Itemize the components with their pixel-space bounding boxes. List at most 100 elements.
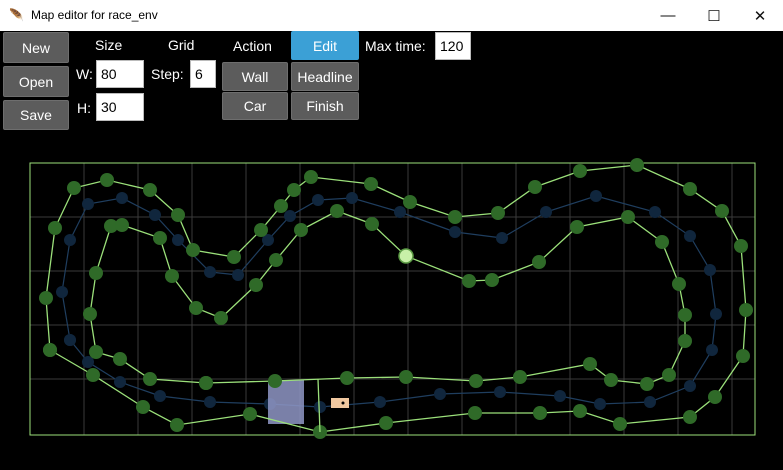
wall-node <box>468 406 482 420</box>
wall-node <box>136 400 150 414</box>
wall-node <box>399 370 413 384</box>
wall-node <box>115 218 129 232</box>
wall-node <box>528 180 542 194</box>
wall-node <box>736 349 750 363</box>
wall-node <box>662 368 676 382</box>
size-header: Size <box>95 37 123 53</box>
headline-node <box>706 344 718 356</box>
map-grid <box>29 163 755 435</box>
wall-node <box>570 220 584 234</box>
headline-node <box>704 264 716 276</box>
car-marker[interactable] <box>331 398 349 408</box>
wall-node <box>100 173 114 187</box>
headline-node <box>496 232 508 244</box>
headline-node <box>540 206 552 218</box>
wall-node <box>269 253 283 267</box>
minimize-button[interactable]: — <box>645 0 691 31</box>
action-header: Action <box>233 38 272 54</box>
wall-node <box>583 357 597 371</box>
window-title: Map editor for race_env <box>31 8 158 22</box>
save-button[interactable]: Save <box>3 100 69 130</box>
wall-node <box>86 368 100 382</box>
outer-wall <box>45 164 747 433</box>
width-label: W: <box>76 66 93 82</box>
map-canvas[interactable] <box>0 140 783 470</box>
wall-node <box>379 416 393 430</box>
wall-layer[interactable] <box>39 158 753 439</box>
headline-node <box>204 396 216 408</box>
headline-node <box>232 269 244 281</box>
new-button[interactable]: New <box>3 32 69 63</box>
wall-node <box>734 239 748 253</box>
wall-node <box>640 377 654 391</box>
wall-node <box>330 204 344 218</box>
headline-node <box>684 380 696 392</box>
car-direction-dot <box>341 401 345 405</box>
headline-node <box>449 226 461 238</box>
feather-icon: 🪶 <box>9 8 24 22</box>
wall-node <box>573 404 587 418</box>
wall-node <box>227 250 241 264</box>
wall-node <box>491 206 505 220</box>
wall-node <box>655 235 669 249</box>
wall-node <box>199 376 213 390</box>
wall-node <box>249 278 263 292</box>
wall-node <box>186 243 200 257</box>
wall-node <box>304 170 318 184</box>
headline-node <box>644 396 656 408</box>
wall-node <box>485 273 499 287</box>
wall-node <box>67 181 81 195</box>
open-button[interactable]: Open <box>3 66 69 97</box>
wall-node <box>683 182 697 196</box>
headline-node <box>64 334 76 346</box>
wall-node <box>513 370 527 384</box>
wall-node <box>143 372 157 386</box>
wall-node <box>171 208 185 222</box>
headline-node <box>649 206 661 218</box>
height-label: H: <box>77 100 91 116</box>
wall-node <box>287 183 301 197</box>
headline-node <box>314 401 326 413</box>
map-boundary <box>29 162 756 436</box>
step-input[interactable]: 6 <box>190 60 216 88</box>
edit-button[interactable]: Edit <box>291 31 359 60</box>
wall-node <box>469 374 483 388</box>
finish-button[interactable]: Finish <box>291 92 359 120</box>
wall-node <box>532 255 546 269</box>
grid-header: Grid <box>168 37 195 53</box>
wall-node <box>165 269 179 283</box>
headline-node <box>149 209 161 221</box>
headline-node <box>284 210 296 222</box>
close-button[interactable]: ✕ <box>737 0 783 31</box>
selected-node[interactable] <box>398 248 414 264</box>
wall-node <box>364 177 378 191</box>
wall-node <box>294 223 308 237</box>
headline-node <box>394 206 406 218</box>
width-input[interactable]: 80 <box>96 60 144 88</box>
headline-node <box>64 234 76 246</box>
wall-node <box>274 199 288 213</box>
headline-button[interactable]: Headline <box>291 62 359 91</box>
step-label: Step: <box>151 66 184 82</box>
headline-node <box>204 266 216 278</box>
height-input[interactable]: 30 <box>96 93 144 121</box>
wall-node <box>254 223 268 237</box>
max-time-input[interactable]: 120 <box>435 32 471 60</box>
wall-node <box>153 231 167 245</box>
maximize-button[interactable]: ☐ <box>691 0 737 31</box>
headline-node <box>494 386 506 398</box>
wall-node <box>39 291 53 305</box>
wall-button[interactable]: Wall <box>222 62 288 91</box>
headline-node <box>346 192 358 204</box>
headline-node <box>56 286 68 298</box>
wall-node <box>604 373 618 387</box>
wall-node <box>340 371 354 385</box>
wall-node <box>683 410 697 424</box>
headline-node <box>554 390 566 402</box>
car-button[interactable]: Car <box>222 92 288 120</box>
wall-node <box>708 390 722 404</box>
wall-node <box>613 417 627 431</box>
wall-node <box>189 301 203 315</box>
wall-node <box>678 308 692 322</box>
wall-node <box>83 307 97 321</box>
